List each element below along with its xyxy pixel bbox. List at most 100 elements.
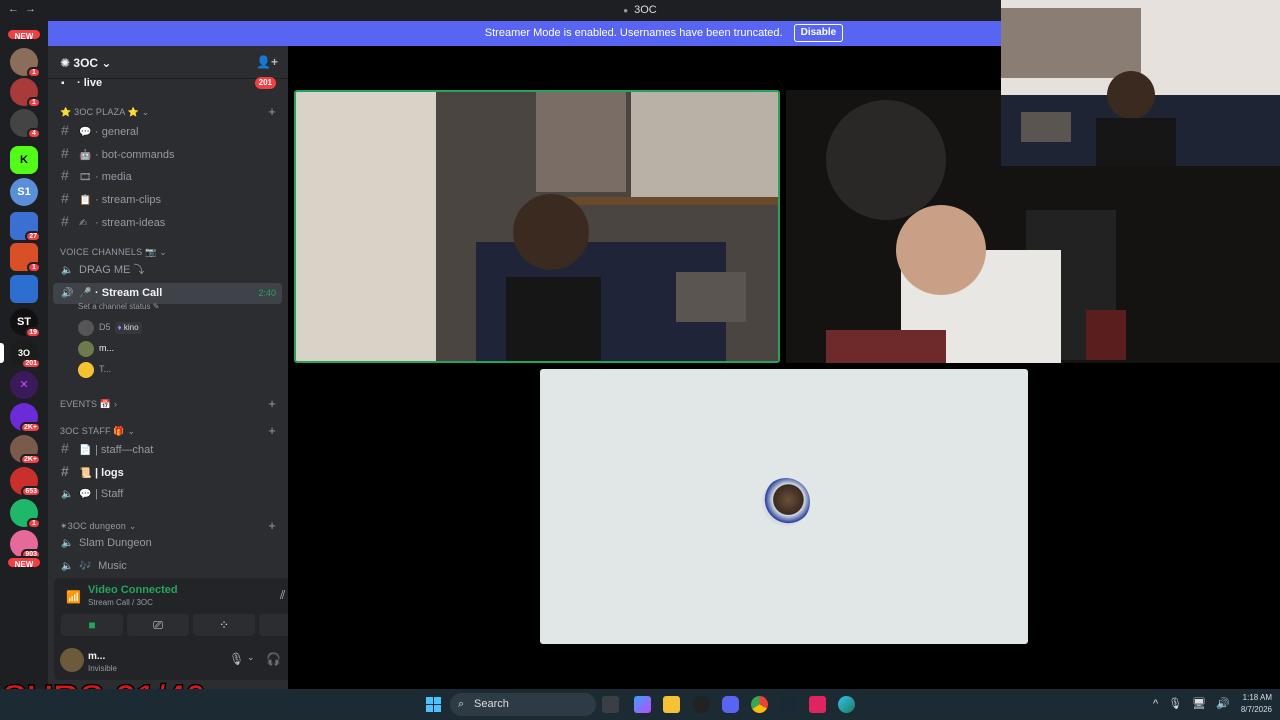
- server-icon-3oc[interactable]: 3O 201: [0, 339, 41, 369]
- disable-button[interactable]: Disable: [793, 24, 844, 43]
- category-plaza[interactable]: ⭐ 3OC PLAZA ⭐ ⌄ +: [60, 104, 282, 119]
- channel-slam-dungeon[interactable]: 🔈 Slam Dungeon: [53, 533, 282, 554]
- task-view-icon[interactable]: [602, 696, 619, 713]
- channel-music[interactable]: 🔈 🎶 Music: [53, 556, 282, 577]
- server-icon[interactable]: ✕: [10, 371, 38, 399]
- avatar: [78, 361, 94, 378]
- copilot-icon[interactable]: [634, 696, 651, 713]
- server-icon[interactable]: 1: [10, 243, 41, 273]
- avatar[interactable]: [60, 648, 84, 672]
- server-icon[interactable]: 27: [10, 212, 41, 242]
- server-icon[interactable]: 4: [10, 109, 41, 139]
- chevron-down-icon: ⌄: [139, 107, 150, 117]
- status-hint-text: Set a channel status: [78, 302, 151, 311]
- unread-badge: 27: [25, 231, 41, 242]
- voice-user-name: m...: [99, 343, 114, 353]
- video-tile[interactable]: [294, 90, 780, 363]
- voice-user[interactable]: T...: [78, 359, 111, 379]
- window-title-text: 3OC: [634, 4, 657, 16]
- unread-badge: 1: [27, 262, 41, 273]
- voice-user[interactable]: m...: [78, 338, 114, 358]
- server-icon: ✺: [60, 56, 74, 70]
- discord-icon[interactable]: [722, 696, 739, 713]
- add-channel-icon[interactable]: +: [268, 423, 276, 438]
- channel-stream-clips[interactable]: # 📋 · stream-clips: [53, 188, 282, 209]
- server-icon[interactable]: 1: [10, 48, 41, 78]
- scroll-icon: 📜: [79, 468, 92, 479]
- channel-staff-chat[interactable]: # 📄 | staff—chat: [53, 438, 282, 459]
- chevron-down-icon[interactable]: ⌄: [247, 652, 255, 663]
- server-icon[interactable]: 2K+: [10, 403, 41, 433]
- user-status: Invisible: [88, 664, 117, 673]
- unread-badge: 2K+: [19, 454, 41, 465]
- voice-location[interactable]: Stream Call / 3OC: [88, 598, 153, 607]
- camera-button[interactable]: ■: [61, 614, 123, 636]
- category-events[interactable]: EVENTS 📅 › +: [60, 396, 282, 411]
- voice-user-name: D5: [99, 322, 111, 332]
- server-icon[interactable]: 1: [10, 78, 41, 108]
- signal-icon: 📶: [66, 590, 81, 604]
- channel-general[interactable]: # 💬 · general: [53, 120, 282, 141]
- channel-stream-ideas[interactable]: # ✍ · stream-ideas: [53, 211, 282, 232]
- taskbar-clock[interactable]: 1:18 AM 8/7/2026: [1241, 692, 1272, 716]
- video-tile-camera-off[interactable]: [540, 369, 1028, 644]
- chrome-icon[interactable]: [751, 696, 768, 713]
- add-channel-icon[interactable]: +: [268, 396, 276, 411]
- server-icon[interactable]: [10, 275, 38, 303]
- activities-button[interactable]: ⁘: [193, 614, 255, 636]
- channel-bot-commands[interactable]: # 🤖 · bot-commands: [53, 143, 282, 164]
- hash-icon: #: [61, 145, 69, 161]
- channel-logs[interactable]: # 📜 | logs: [53, 461, 282, 482]
- channel-label: staff—chat: [100, 444, 154, 456]
- pencil-icon: ✍: [79, 218, 88, 229]
- channel-drag-me[interactable]: 🔈 DRAG ME ⤵: [53, 260, 282, 281]
- add-channel-icon[interactable]: +: [268, 518, 276, 533]
- server-icon[interactable]: 2K+: [10, 435, 41, 465]
- channel-media[interactable]: # 🎞 · media: [53, 165, 282, 186]
- server-initials: 3O: [17, 348, 30, 358]
- star-icon: ⭐: [60, 107, 75, 117]
- hash-icon: #: [61, 167, 69, 183]
- category-dungeon[interactable]: ✴3OC dungeon ⌄ +: [60, 518, 282, 533]
- category-voice[interactable]: VOICE CHANNELS 📷 ⌄: [60, 247, 282, 258]
- system-tray[interactable]: ^🎙🖥🔊: [1153, 697, 1240, 710]
- channel-label: Music: [98, 560, 127, 572]
- obs-icon[interactable]: [693, 696, 710, 713]
- hash-icon: #: [61, 463, 69, 479]
- headphones-icon[interactable]: 🎧: [266, 652, 281, 666]
- channel-sidebar: ✺ 3OC ⌄ 👤+ ▪ · live 201 ⭐ 3OC PLAZA ⭐ ⌄ + #…: [48, 46, 330, 689]
- server-icon[interactable]: S1: [10, 178, 38, 206]
- server-icon[interactable]: 903: [10, 530, 41, 560]
- edge-icon[interactable]: [838, 696, 855, 713]
- chevron-down-icon: ⌄: [124, 426, 136, 436]
- windows-start-icon[interactable]: [426, 697, 441, 712]
- steam-icon[interactable]: [780, 696, 797, 713]
- channel-label: live: [83, 77, 103, 89]
- microphone-icon[interactable]: 🎙: [229, 652, 244, 666]
- file-explorer-icon[interactable]: [663, 696, 680, 713]
- channel-label: media: [101, 171, 132, 183]
- category-label: VOICE CHANNELS 📷: [60, 247, 157, 257]
- server-icon[interactable]: 1: [10, 499, 41, 529]
- media-icon: 🎞: [79, 172, 92, 183]
- voice-user[interactable]: D5 ♦ kino: [78, 317, 142, 337]
- avatar: [78, 319, 94, 336]
- noise-suppression-icon[interactable]: ⫽: [280, 588, 285, 603]
- voice-status[interactable]: Video Connected: [88, 584, 178, 596]
- category-staff[interactable]: 3OC STAFF 🎁 ⌄ +: [60, 423, 282, 438]
- taskbar-search[interactable]: ⌕ Search: [450, 693, 596, 716]
- channel-staff[interactable]: 🔈 💬 | Staff: [53, 484, 282, 505]
- screen-share-button[interactable]: ⎚: [127, 614, 189, 636]
- new-pill: NEW: [6, 556, 42, 569]
- add-member-icon[interactable]: 👤+: [256, 55, 278, 69]
- server-icon[interactable]: ST 19: [10, 308, 41, 338]
- webcam-feed: [1001, 0, 1280, 166]
- user-name: m...: [88, 651, 106, 662]
- server-icon[interactable]: 653: [10, 467, 41, 497]
- server-icon[interactable]: K: [10, 146, 38, 174]
- unread-badge: 1: [27, 97, 41, 108]
- channel-live[interactable]: ▪ · live 201: [53, 73, 282, 94]
- channel-status-hint[interactable]: Set a channel status ✎: [78, 297, 159, 317]
- add-channel-icon[interactable]: +: [268, 104, 276, 119]
- tiktok-icon[interactable]: [809, 696, 826, 713]
